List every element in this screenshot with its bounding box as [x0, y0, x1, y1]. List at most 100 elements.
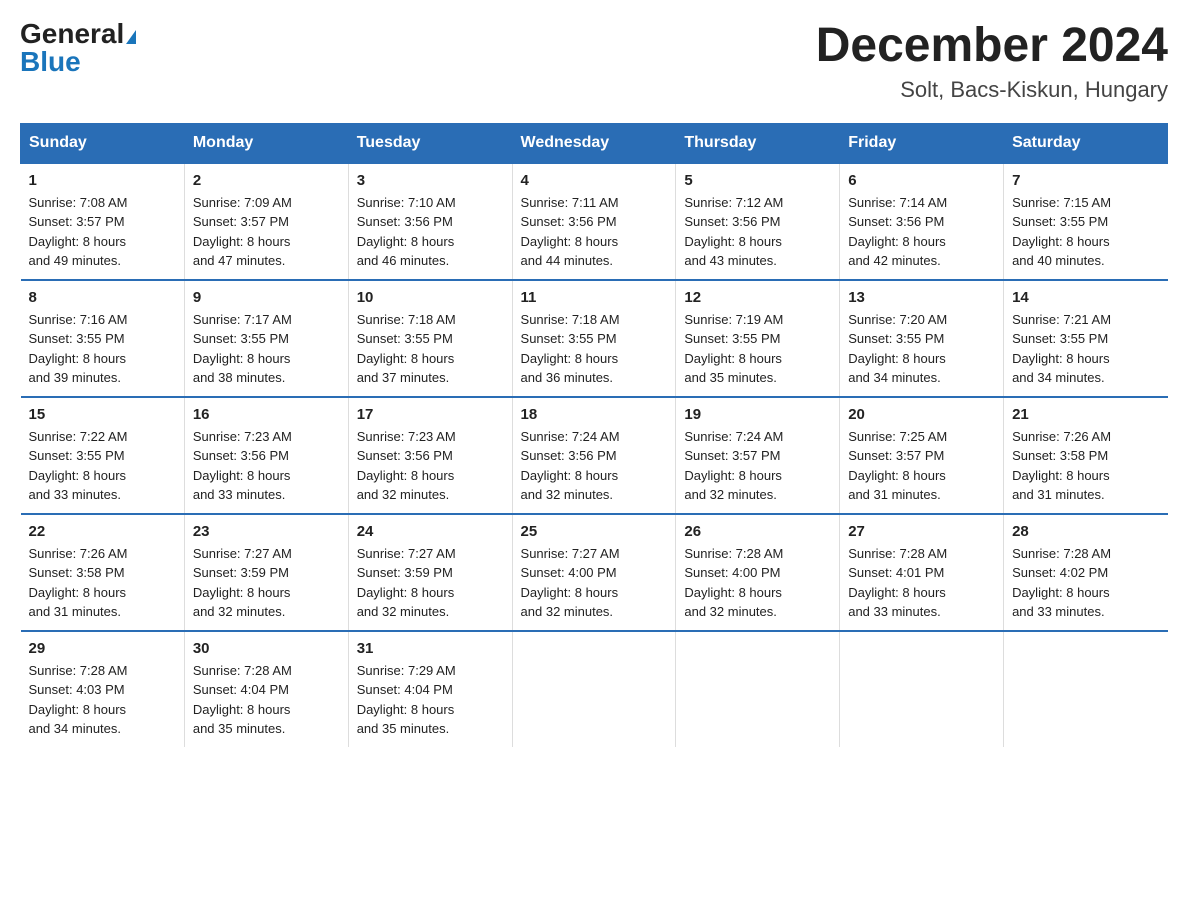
table-row: 23 Sunrise: 7:27 AM Sunset: 3:59 PM Dayl…	[184, 514, 348, 631]
day-info: Sunrise: 7:28 AM Sunset: 4:02 PM Dayligh…	[1012, 544, 1159, 622]
day-info: Sunrise: 7:08 AM Sunset: 3:57 PM Dayligh…	[29, 193, 176, 271]
day-number: 1	[29, 172, 176, 189]
day-number: 11	[521, 289, 668, 306]
table-row: 2 Sunrise: 7:09 AM Sunset: 3:57 PM Dayli…	[184, 163, 348, 280]
day-info: Sunrise: 7:23 AM Sunset: 3:56 PM Dayligh…	[357, 427, 504, 505]
table-row	[840, 631, 1004, 747]
header-friday: Friday	[840, 123, 1004, 163]
day-info: Sunrise: 7:26 AM Sunset: 3:58 PM Dayligh…	[1012, 427, 1159, 505]
logo-triangle-icon	[126, 30, 136, 44]
day-number: 30	[193, 640, 340, 657]
day-number: 9	[193, 289, 340, 306]
day-number: 7	[1012, 172, 1159, 189]
table-row: 27 Sunrise: 7:28 AM Sunset: 4:01 PM Dayl…	[840, 514, 1004, 631]
calendar-body: 1 Sunrise: 7:08 AM Sunset: 3:57 PM Dayli…	[21, 163, 1168, 747]
day-info: Sunrise: 7:14 AM Sunset: 3:56 PM Dayligh…	[848, 193, 995, 271]
day-info: Sunrise: 7:12 AM Sunset: 3:56 PM Dayligh…	[684, 193, 831, 271]
day-info: Sunrise: 7:27 AM Sunset: 3:59 PM Dayligh…	[357, 544, 504, 622]
calendar-table: Sunday Monday Tuesday Wednesday Thursday…	[20, 123, 1168, 747]
table-row: 20 Sunrise: 7:25 AM Sunset: 3:57 PM Dayl…	[840, 397, 1004, 514]
table-row: 29 Sunrise: 7:28 AM Sunset: 4:03 PM Dayl…	[21, 631, 185, 747]
day-info: Sunrise: 7:15 AM Sunset: 3:55 PM Dayligh…	[1012, 193, 1159, 271]
day-number: 13	[848, 289, 995, 306]
table-row	[512, 631, 676, 747]
header-row: Sunday Monday Tuesday Wednesday Thursday…	[21, 123, 1168, 163]
day-number: 22	[29, 523, 176, 540]
table-row: 15 Sunrise: 7:22 AM Sunset: 3:55 PM Dayl…	[21, 397, 185, 514]
day-info: Sunrise: 7:28 AM Sunset: 4:00 PM Dayligh…	[684, 544, 831, 622]
day-info: Sunrise: 7:24 AM Sunset: 3:56 PM Dayligh…	[521, 427, 668, 505]
table-row: 11 Sunrise: 7:18 AM Sunset: 3:55 PM Dayl…	[512, 280, 676, 397]
day-number: 26	[684, 523, 831, 540]
day-number: 21	[1012, 406, 1159, 423]
header-monday: Monday	[184, 123, 348, 163]
month-title: December 2024	[816, 20, 1168, 73]
day-number: 14	[1012, 289, 1159, 306]
day-number: 10	[357, 289, 504, 306]
day-info: Sunrise: 7:17 AM Sunset: 3:55 PM Dayligh…	[193, 310, 340, 388]
table-row: 5 Sunrise: 7:12 AM Sunset: 3:56 PM Dayli…	[676, 163, 840, 280]
day-info: Sunrise: 7:25 AM Sunset: 3:57 PM Dayligh…	[848, 427, 995, 505]
day-number: 15	[29, 406, 176, 423]
logo: General Blue	[20, 20, 136, 76]
day-number: 3	[357, 172, 504, 189]
day-number: 20	[848, 406, 995, 423]
day-info: Sunrise: 7:11 AM Sunset: 3:56 PM Dayligh…	[521, 193, 668, 271]
day-info: Sunrise: 7:26 AM Sunset: 3:58 PM Dayligh…	[29, 544, 176, 622]
calendar-header: Sunday Monday Tuesday Wednesday Thursday…	[21, 123, 1168, 163]
calendar-week-1: 1 Sunrise: 7:08 AM Sunset: 3:57 PM Dayli…	[21, 163, 1168, 280]
calendar-week-4: 22 Sunrise: 7:26 AM Sunset: 3:58 PM Dayl…	[21, 514, 1168, 631]
page-header: General Blue December 2024 Solt, Bacs-Ki…	[20, 20, 1168, 103]
table-row: 7 Sunrise: 7:15 AM Sunset: 3:55 PM Dayli…	[1004, 163, 1168, 280]
table-row: 12 Sunrise: 7:19 AM Sunset: 3:55 PM Dayl…	[676, 280, 840, 397]
day-number: 24	[357, 523, 504, 540]
day-info: Sunrise: 7:23 AM Sunset: 3:56 PM Dayligh…	[193, 427, 340, 505]
header-wednesday: Wednesday	[512, 123, 676, 163]
table-row: 31 Sunrise: 7:29 AM Sunset: 4:04 PM Dayl…	[348, 631, 512, 747]
day-number: 28	[1012, 523, 1159, 540]
day-number: 19	[684, 406, 831, 423]
day-number: 31	[357, 640, 504, 657]
table-row: 13 Sunrise: 7:20 AM Sunset: 3:55 PM Dayl…	[840, 280, 1004, 397]
day-info: Sunrise: 7:10 AM Sunset: 3:56 PM Dayligh…	[357, 193, 504, 271]
logo-general-row: General	[20, 20, 136, 48]
day-info: Sunrise: 7:24 AM Sunset: 3:57 PM Dayligh…	[684, 427, 831, 505]
day-info: Sunrise: 7:18 AM Sunset: 3:55 PM Dayligh…	[521, 310, 668, 388]
table-row: 16 Sunrise: 7:23 AM Sunset: 3:56 PM Dayl…	[184, 397, 348, 514]
calendar-week-3: 15 Sunrise: 7:22 AM Sunset: 3:55 PM Dayl…	[21, 397, 1168, 514]
table-row: 30 Sunrise: 7:28 AM Sunset: 4:04 PM Dayl…	[184, 631, 348, 747]
day-info: Sunrise: 7:09 AM Sunset: 3:57 PM Dayligh…	[193, 193, 340, 271]
day-info: Sunrise: 7:22 AM Sunset: 3:55 PM Dayligh…	[29, 427, 176, 505]
day-number: 29	[29, 640, 176, 657]
table-row: 22 Sunrise: 7:26 AM Sunset: 3:58 PM Dayl…	[21, 514, 185, 631]
day-number: 4	[521, 172, 668, 189]
table-row: 19 Sunrise: 7:24 AM Sunset: 3:57 PM Dayl…	[676, 397, 840, 514]
day-number: 8	[29, 289, 176, 306]
day-number: 17	[357, 406, 504, 423]
logo-general-text: General	[20, 18, 124, 49]
day-number: 16	[193, 406, 340, 423]
day-number: 5	[684, 172, 831, 189]
table-row: 14 Sunrise: 7:21 AM Sunset: 3:55 PM Dayl…	[1004, 280, 1168, 397]
location-title: Solt, Bacs-Kiskun, Hungary	[816, 77, 1168, 103]
day-info: Sunrise: 7:18 AM Sunset: 3:55 PM Dayligh…	[357, 310, 504, 388]
table-row: 17 Sunrise: 7:23 AM Sunset: 3:56 PM Dayl…	[348, 397, 512, 514]
title-section: December 2024 Solt, Bacs-Kiskun, Hungary	[816, 20, 1168, 103]
calendar-week-5: 29 Sunrise: 7:28 AM Sunset: 4:03 PM Dayl…	[21, 631, 1168, 747]
table-row: 26 Sunrise: 7:28 AM Sunset: 4:00 PM Dayl…	[676, 514, 840, 631]
table-row: 28 Sunrise: 7:28 AM Sunset: 4:02 PM Dayl…	[1004, 514, 1168, 631]
day-info: Sunrise: 7:28 AM Sunset: 4:01 PM Dayligh…	[848, 544, 995, 622]
table-row: 25 Sunrise: 7:27 AM Sunset: 4:00 PM Dayl…	[512, 514, 676, 631]
table-row: 24 Sunrise: 7:27 AM Sunset: 3:59 PM Dayl…	[348, 514, 512, 631]
day-info: Sunrise: 7:20 AM Sunset: 3:55 PM Dayligh…	[848, 310, 995, 388]
table-row: 3 Sunrise: 7:10 AM Sunset: 3:56 PM Dayli…	[348, 163, 512, 280]
day-info: Sunrise: 7:19 AM Sunset: 3:55 PM Dayligh…	[684, 310, 831, 388]
day-info: Sunrise: 7:21 AM Sunset: 3:55 PM Dayligh…	[1012, 310, 1159, 388]
day-info: Sunrise: 7:29 AM Sunset: 4:04 PM Dayligh…	[357, 661, 504, 739]
header-saturday: Saturday	[1004, 123, 1168, 163]
logo-blue-text: Blue	[20, 46, 81, 77]
day-number: 12	[684, 289, 831, 306]
table-row: 4 Sunrise: 7:11 AM Sunset: 3:56 PM Dayli…	[512, 163, 676, 280]
table-row: 10 Sunrise: 7:18 AM Sunset: 3:55 PM Dayl…	[348, 280, 512, 397]
day-number: 27	[848, 523, 995, 540]
